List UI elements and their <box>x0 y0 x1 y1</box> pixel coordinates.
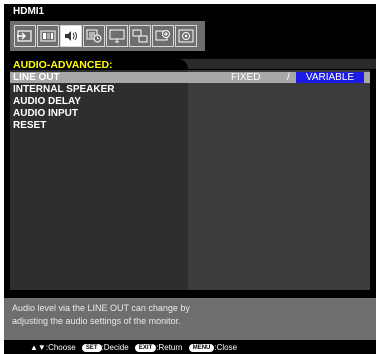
help-panel: Audio level via the LINE OUT can change … <box>4 298 376 340</box>
help-line-2: adjusting the audio settings of the moni… <box>12 316 181 326</box>
return-label: :Return <box>156 343 183 352</box>
menu-key: MENU <box>188 343 215 352</box>
menu-item-audio-input[interactable]: AUDIO INPUT <box>10 108 188 119</box>
menu-item-internal-speaker[interactable]: INTERNAL SPEAKER <box>10 84 188 95</box>
multi-input-icon[interactable] <box>129 25 151 47</box>
help-text: Audio level via the LINE OUT can change … <box>12 302 362 328</box>
choose-label: :Choose <box>45 343 76 352</box>
option-variable[interactable]: VARIABLE <box>296 72 364 83</box>
picture-icon[interactable] <box>37 25 59 47</box>
input-source-label: HDMI1 <box>13 6 45 17</box>
option-separator: / <box>287 72 290 83</box>
option-fixed[interactable]: FIXED <box>231 72 260 83</box>
exit-key: EXIT <box>134 343 157 352</box>
value-panel: FIXED / VARIABLE <box>188 70 370 290</box>
input-icon[interactable] <box>14 25 36 47</box>
set-key: SET <box>81 343 102 352</box>
menu-item-line-out[interactable]: LINE OUT <box>10 72 188 83</box>
menu-item-reset[interactable]: RESET <box>10 120 188 131</box>
menu-item-audio-delay[interactable]: AUDIO DELAY <box>10 96 188 107</box>
protect-icon[interactable] <box>152 25 174 47</box>
osd-window: HDMI1 AUDIO-ADVANCED: LINE OUT INTERNAL … <box>4 4 376 354</box>
help-line-1: Audio level via the LINE OUT can change … <box>12 303 190 313</box>
updown-arrows-icon: ▲▼ <box>30 343 46 352</box>
close-label: :Close <box>214 343 238 352</box>
schedule-icon[interactable] <box>83 25 105 47</box>
key-guide: ▲▼:Choose SET:Decide EXIT:Return MENU:Cl… <box>4 342 376 354</box>
menu-icon-bar <box>10 21 205 51</box>
decide-label: :Decide <box>101 343 129 352</box>
system-icon[interactable] <box>175 25 197 47</box>
menu-list: LINE OUT INTERNAL SPEAKER AUDIO DELAY AU… <box>10 70 188 290</box>
display-icon[interactable] <box>106 25 128 47</box>
audio-icon[interactable] <box>60 25 82 47</box>
